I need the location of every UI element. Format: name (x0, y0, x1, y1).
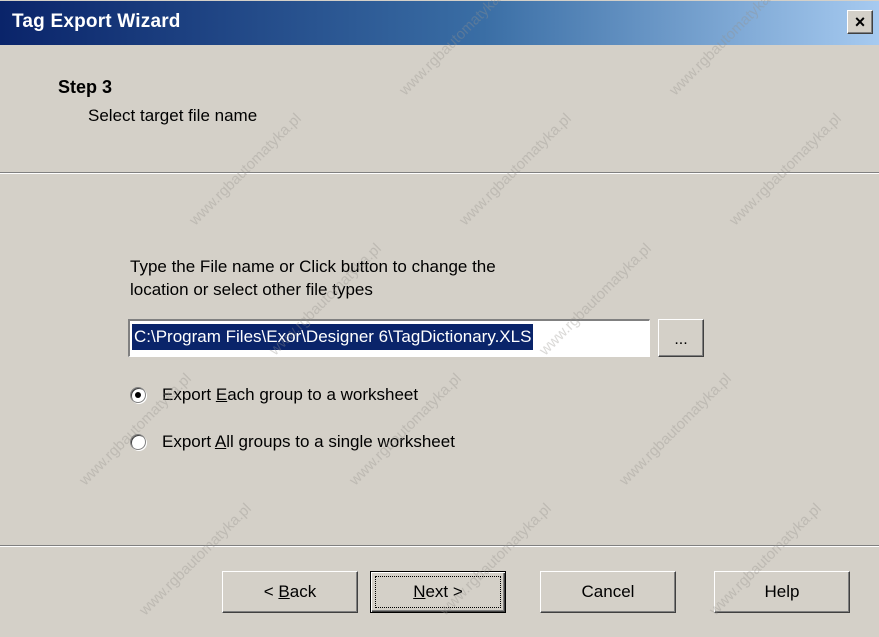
label-suffix: ll groups to a single worksheet (226, 432, 455, 451)
file-name-value: C:\Program Files\Exor\Designer 6\TagDict… (132, 324, 534, 350)
step-subtitle: Select target file name (88, 106, 258, 125)
tag-export-wizard-window: Tag Export Wizard × Step 3 Select target… (0, 0, 879, 637)
browse-button[interactable]: ... (658, 319, 704, 357)
cancel-label: Cancel (581, 582, 635, 601)
next-button[interactable]: Next > (370, 571, 506, 613)
watermark: www.rgbautomatyka.pl (616, 370, 735, 489)
back-button[interactable]: < Back (222, 571, 358, 613)
radio-export-each-group[interactable]: Export Each group to a worksheet (130, 383, 418, 407)
instruction-line-2: location or select other file types (130, 280, 373, 299)
footer-separator (0, 545, 879, 547)
close-button[interactable]: × (847, 10, 873, 34)
help-label: Help (764, 582, 800, 601)
radio-export-all-groups[interactable]: Export All groups to a single worksheet (130, 430, 455, 454)
label-suffix: ach group to a worksheet (227, 385, 419, 404)
header-separator (0, 172, 879, 174)
file-name-field[interactable]: C:\Program Files\Exor\Designer 6\TagDict… (128, 319, 650, 357)
radio-button-checked[interactable] (130, 387, 146, 403)
title-bar[interactable]: Tag Export Wizard × (0, 1, 879, 45)
label-prefix: Export (162, 432, 215, 451)
radio-label-each-group: Export Each group to a worksheet (162, 385, 418, 405)
instruction-line-1: Type the File name or Click button to ch… (130, 257, 496, 276)
back-label-suffix: ack (289, 582, 317, 601)
label-prefix: Export (162, 385, 216, 404)
accelerator-key: E (215, 385, 228, 404)
step-title: Step 3 (58, 77, 113, 97)
cancel-button[interactable]: Cancel (540, 571, 676, 613)
focus-rectangle (375, 576, 501, 608)
back-label-prefix: < (263, 582, 279, 601)
close-icon: × (854, 12, 866, 32)
back-accelerator: B (278, 582, 290, 601)
browse-button-label: ... (674, 331, 688, 348)
help-button[interactable]: Help (714, 571, 850, 613)
accelerator-key: A (214, 432, 227, 451)
instruction-text: Type the File name or Click button to ch… (130, 255, 600, 301)
radio-label-all-groups: Export All groups to a single worksheet (162, 432, 455, 452)
radio-button-unchecked[interactable] (130, 434, 146, 450)
wizard-header: Step 3 Select target file name (0, 45, 879, 165)
window-title: Tag Export Wizard (12, 11, 181, 32)
